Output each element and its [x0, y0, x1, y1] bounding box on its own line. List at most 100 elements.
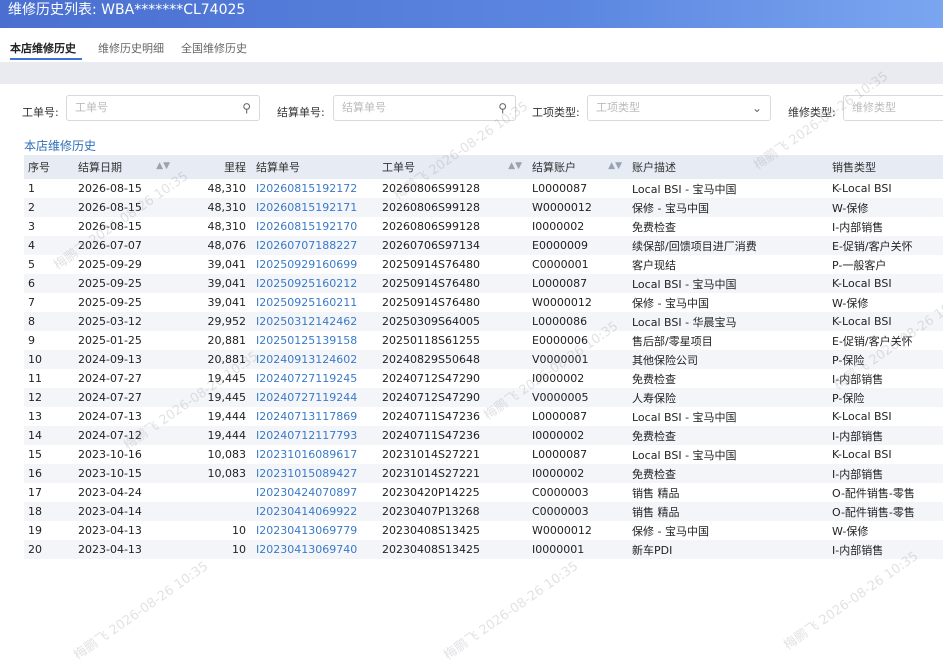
cell-settle-no[interactable]: I20250925160212 [252, 274, 378, 293]
cell-work-order: 20231014S27221 [382, 448, 480, 461]
cell-index: 19 [28, 524, 42, 537]
cell-work-order: 20260806S99128 [382, 220, 480, 233]
cell-settle-date: 2026-08-15 [78, 182, 142, 195]
table-row[interactable]: 11 2024-07-27 19,445 I20240727119245 2024071… [24, 369, 943, 388]
cell-settle-no[interactable]: I20231015089427 [252, 464, 378, 483]
settlement-input[interactable]: 结算单号 ⚲ [333, 95, 516, 121]
cell-settle-no[interactable]: I20240712117793 [252, 426, 378, 445]
cell-account: V0000005 [528, 388, 628, 407]
cell-settle-no[interactable]: I20250312142462 [252, 312, 378, 331]
cell-mileage [176, 483, 252, 502]
search-icon[interactable]: ⚲ [498, 96, 507, 120]
column-header-index: 序号 [24, 155, 74, 179]
cell-index: 5 [28, 258, 35, 271]
cell-settle-no[interactable]: I20230414069922 [252, 502, 378, 521]
chevron-down-icon[interactable]: ⌄ [752, 96, 762, 120]
column-header-work-order[interactable]: 工单号 ▲▼ [378, 155, 528, 179]
table-row[interactable]: 1 2026-08-15 48,310 I20260815192172 20260806… [24, 179, 943, 198]
cell-settle-no[interactable]: I20250125139158 [252, 331, 378, 350]
column-header-settle-date[interactable]: 结算日期 ▲▼ [74, 155, 176, 179]
table-row[interactable]: 8 2025-03-12 29,952 I20250312142462 20250309… [24, 312, 943, 331]
cell-mileage [176, 502, 252, 521]
column-header-settle-no[interactable]: 结算单号 [252, 155, 378, 179]
table-row[interactable]: 10 2024-09-13 20,881 I20240913124602 2024082… [24, 350, 943, 369]
cell-settle-no[interactable]: I20240713117869 [252, 407, 378, 426]
sort-icon[interactable]: ▲▼ [508, 161, 522, 171]
cell-account-desc: 续保部/回馈项目进厂消费 [628, 236, 828, 255]
table-row[interactable]: 7 2025-09-25 39,041 I20250925160211 20250914… [24, 293, 943, 312]
table-row[interactable]: 13 2024-07-13 19,444 I20240713117869 2024071… [24, 407, 943, 426]
cell-account-desc: 保修 - 宝马中国 [628, 198, 828, 217]
cell-settle-date: 2023-04-13 [74, 540, 176, 559]
cell-work-order: 20250914S76480 [378, 274, 528, 293]
search-icon[interactable]: ⚲ [242, 96, 251, 120]
tab-history-detail[interactable]: 维修历史明细 [98, 40, 164, 56]
cell-settle-date: 2024-07-27 [78, 372, 142, 385]
tab-local-history[interactable]: 本店维修历史 [10, 40, 76, 56]
table-row[interactable]: 5 2025-09-29 39,041 I20250929160699 20250914… [24, 255, 943, 274]
table-row[interactable]: 16 2023-10-15 10,083 I20231015089427 2023101… [24, 464, 943, 483]
cell-settle-no[interactable]: I20230413069779 [252, 521, 378, 540]
table-row[interactable]: 15 2023-10-16 10,083 I20231016089617 2023101… [24, 445, 943, 464]
table-row[interactable]: 4 2026-07-07 48,076 I20260707188227 20260706… [24, 236, 943, 255]
cell-settle-no[interactable]: I20231016089617 [252, 445, 378, 464]
cell-settle-date: 2024-07-13 [78, 410, 142, 423]
table-row[interactable]: 9 2025-01-25 20,881 I20250125139158 20250118… [24, 331, 943, 350]
cell-settle-no[interactable]: I20240727119244 [252, 388, 378, 407]
cell-settle-no[interactable]: I20250925160211 [252, 293, 378, 312]
table-header-row: 序号 结算日期 ▲▼ 里程 结算单号 工单号 ▲▼ 结算账户 ▲▼ 账户描述 销售类型 [24, 155, 943, 179]
item-type-select[interactable]: 工项类型 ⌄ [587, 95, 771, 121]
cell-account: L0000087 [528, 274, 628, 293]
cell-sales-type: E-促销/客户关怀 [832, 334, 913, 348]
tab-national-history[interactable]: 全国维修历史 [181, 40, 247, 56]
cell-sales-type: P-保险 [828, 350, 943, 369]
cell-mileage: 48,310 [176, 198, 252, 217]
table-row[interactable]: 12 2024-07-27 19,445 I20240727119244 2024071… [24, 388, 943, 407]
cell-mileage: 19,445 [207, 372, 247, 385]
table-row[interactable]: 17 2023-04-24 I20230424070897 20230420P1422… [24, 483, 943, 502]
cell-mileage: 10,083 [207, 448, 247, 461]
table-row[interactable]: 20 2023-04-13 10 I20230413069740 20230408S13… [24, 540, 943, 559]
sort-icon[interactable]: ▲▼ [608, 161, 622, 171]
cell-sales-type: E-促销/客户关怀 [828, 236, 943, 255]
cell-work-order: 20240711S47236 [378, 426, 528, 445]
sort-icon[interactable]: ▲▼ [156, 161, 170, 171]
cell-sales-type: O-配件销售-零售 [828, 502, 943, 521]
cell-sales-type: K-Local BSI [828, 312, 943, 331]
cell-account-desc: Local BSI - 宝马中国 [632, 448, 737, 462]
table-row[interactable]: 19 2023-04-13 10 I20230413069779 20230408S13… [24, 521, 943, 540]
repair-type-label: 维修类型: [788, 106, 836, 119]
table-row[interactable]: 3 2026-08-15 48,310 I20260815192170 20260806… [24, 217, 943, 236]
column-header-account-desc[interactable]: 账户描述 [628, 155, 828, 179]
table-row[interactable]: 2 2026-08-15 48,310 I20260815192171 20260806… [24, 198, 943, 217]
cell-work-order: 20260806S99128 [382, 182, 480, 195]
cell-settle-no[interactable]: I20260815192172 [252, 179, 378, 198]
repair-type-select[interactable]: 维修类型 [843, 95, 943, 121]
work-order-input[interactable]: 工单号 ⚲ [66, 95, 260, 121]
column-header-account[interactable]: 结算账户 ▲▼ [528, 155, 628, 179]
cell-settle-no[interactable]: I20230424070897 [252, 483, 378, 502]
table-row[interactable]: 14 2024-07-12 19,444 I20240712117793 2024071… [24, 426, 943, 445]
cell-settle-no[interactable]: I20240913124602 [252, 350, 378, 369]
cell-account: I0000001 [528, 540, 628, 559]
table-row[interactable]: 18 2023-04-14 I20230414069922 20230407P1326… [24, 502, 943, 521]
cell-mileage: 10 [176, 540, 252, 559]
column-header-mileage[interactable]: 里程 [176, 155, 252, 179]
cell-work-order: 20250118S61255 [382, 334, 480, 347]
cell-work-order: 20230408S13425 [378, 540, 528, 559]
cell-settle-no[interactable]: I20260707188227 [252, 236, 378, 255]
column-header-sales-type[interactable]: 销售类型 [828, 155, 943, 179]
cell-account-desc: 免费检查 [632, 372, 676, 386]
cell-work-order: 20230420P14225 [382, 486, 480, 499]
cell-settle-no[interactable]: I20260815192171 [252, 198, 378, 217]
cell-index: 20 [24, 540, 74, 559]
cell-settle-no[interactable]: I20230413069740 [252, 540, 378, 559]
window-title-bar: 维修历史列表: WBA*******CL74025 [0, 0, 943, 28]
cell-settle-no[interactable]: I20240727119245 [252, 369, 378, 388]
cell-account-desc: 新车PDI [628, 540, 828, 559]
table-row[interactable]: 6 2025-09-25 39,041 I20250925160212 20250914… [24, 274, 943, 293]
cell-account-desc: 销售 精品 [628, 502, 828, 521]
cell-settle-no[interactable]: I20250929160699 [252, 255, 378, 274]
cell-settle-no[interactable]: I20260815192170 [252, 217, 378, 236]
cell-work-order: 20240712S47290 [378, 388, 528, 407]
